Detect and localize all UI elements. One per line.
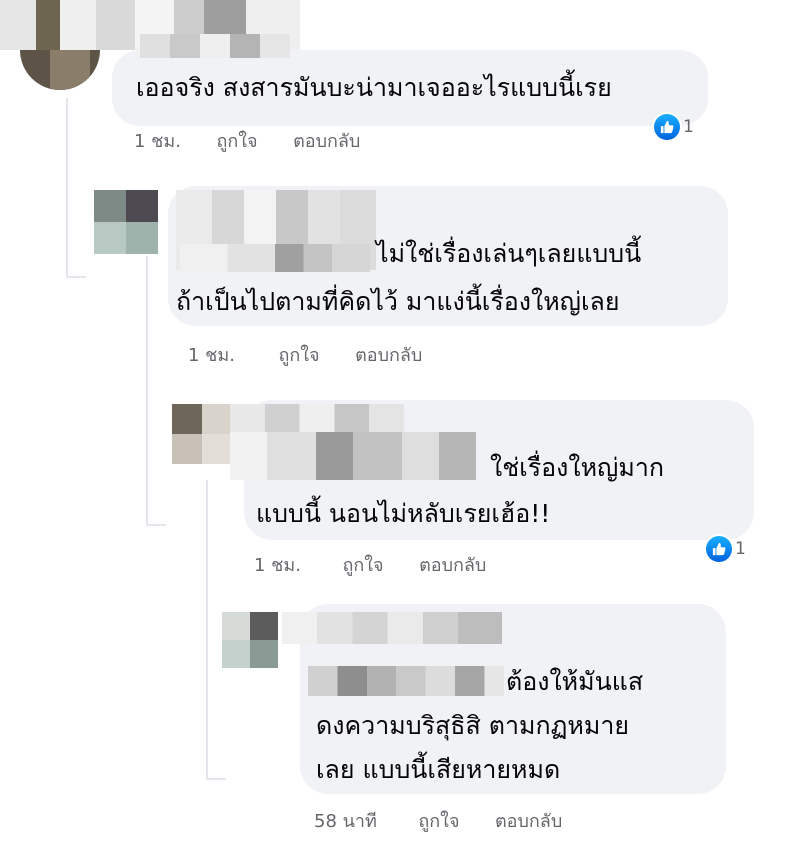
reaction-count: 1	[735, 539, 746, 559]
reply-button[interactable]: ตอบกลับ	[293, 131, 360, 152]
reply-button[interactable]: ตอบกลับ	[419, 555, 486, 576]
like-button[interactable]: ถูกใจ	[216, 131, 257, 152]
thread-branch-3	[206, 778, 226, 780]
like-icon	[654, 114, 680, 140]
comment-text: ใช่เรื่องใหญ่มาก	[490, 453, 665, 482]
blurred-name	[230, 432, 476, 480]
comment-text: แบบนี้ นอนไม่หลับเรยเฮ้อ!!	[256, 499, 551, 528]
comment-text: ดงความบริสุธิสิ ตามกฏหมาย	[316, 711, 630, 740]
blurred-name	[140, 34, 290, 58]
blurred-name	[230, 404, 404, 434]
thread-line-2	[146, 256, 148, 526]
comment-text: เออจริง สงสารมันบะน่ามาเจออะไรแบบนี้เรย	[136, 73, 612, 102]
comment-time[interactable]: 58 นาที	[314, 811, 377, 832]
blurred-name	[308, 666, 504, 696]
thread-branch-1	[66, 276, 86, 278]
like-icon	[706, 536, 732, 562]
comment-time[interactable]: 1 ชม.	[254, 555, 301, 576]
reaction-count: 1	[683, 117, 694, 137]
thread-line-1	[66, 98, 68, 278]
comment-text: ไม่ใช่เรื่องเล่นๆเลยแบบนี้	[376, 239, 642, 268]
blurred-name	[180, 244, 370, 272]
blurred-name	[282, 612, 502, 644]
avatar[interactable]	[172, 404, 232, 464]
reaction-badge[interactable]: 1	[654, 114, 694, 140]
comment-meta: 58 นาที ถูกใจ ตอบกลับ	[314, 806, 562, 835]
comment-time[interactable]: 1 ชม.	[188, 345, 235, 366]
reply-button[interactable]: ตอบกลับ	[495, 811, 562, 832]
comment-text: ถ้าเป็นไปตามที่คิดไว้ มาแง่นี้เรื่องใหญ่…	[176, 287, 620, 316]
comment-meta: 1 ชม. ถูกใจ ตอบกลับ	[254, 550, 486, 579]
comment-meta: 1 ชม. ถูกใจ ตอบกลับ	[134, 126, 360, 155]
avatar[interactable]	[94, 190, 158, 254]
comment-meta: 1 ชม. ถูกใจ ตอบกลับ	[188, 340, 422, 369]
like-button[interactable]: ถูกใจ	[418, 811, 459, 832]
thread-line-3	[206, 480, 208, 780]
comment-text: เลย แบบนี้เสียหายหมด	[316, 755, 561, 784]
avatar[interactable]	[222, 612, 278, 668]
reaction-badge[interactable]: 1	[706, 536, 746, 562]
reply-button[interactable]: ตอบกลับ	[355, 345, 422, 366]
thread-branch-2	[146, 524, 166, 526]
like-button[interactable]: ถูกใจ	[342, 555, 383, 576]
like-button[interactable]: ถูกใจ	[278, 345, 319, 366]
comment-time[interactable]: 1 ชม.	[134, 131, 181, 152]
comment-text: ต้องให้มันแส	[506, 667, 644, 696]
